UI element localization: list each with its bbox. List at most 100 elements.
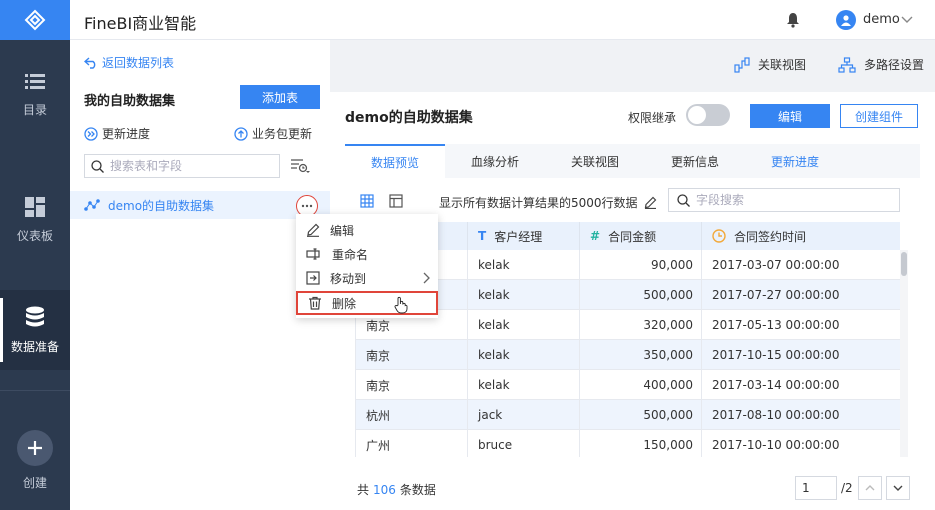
search-icon (91, 159, 104, 173)
table-cell: 500,000 (580, 280, 702, 310)
menu-item-rename[interactable]: 重命名 (296, 242, 438, 266)
nav-item-catalog[interactable]: 目录 (0, 55, 70, 135)
create-component-button[interactable]: 创建组件 (840, 104, 918, 128)
table-scrollbar[interactable] (900, 250, 908, 457)
grid-icon[interactable] (360, 194, 374, 208)
dataset-panel: 返回数据列表 我的自助数据集 添加表 更新进度 业务包更新 搜索表和字段 dem… (70, 40, 330, 510)
package-update-label: 业务包更新 (252, 127, 313, 141)
table-cell: 400,000 (580, 370, 702, 400)
column-header[interactable]: # 合同金额 (580, 222, 702, 250)
sort-icon[interactable] (290, 158, 310, 174)
column-header-label: 合同签约时间 (734, 229, 807, 244)
panel-title: 我的自助数据集 (84, 94, 176, 109)
record-count-number: 106 (373, 483, 396, 497)
menu-item-edit[interactable]: 编辑 (296, 218, 438, 242)
column-header[interactable]: 合同签约时间 (702, 222, 900, 250)
permission-inherit-label: 权限继承 (628, 111, 677, 125)
table-cell: kelak (468, 280, 580, 310)
menu-item-move[interactable]: 移动到 (296, 266, 438, 290)
text-type-icon: T (478, 229, 487, 243)
tab-update-progress[interactable]: 更新进度 (745, 144, 845, 178)
table-cell: 2017-03-07 00:00:00 (712, 258, 840, 272)
back-to-list-link[interactable]: 返回数据列表 (84, 54, 174, 71)
table-cell: 2017-10-15 00:00:00 (712, 348, 840, 362)
table-row[interactable]: 南京 kelak 400,000 2017-03-14 00:00:00 (356, 370, 900, 400)
record-count: 共 106 条数据 (357, 481, 436, 498)
chevron-down-icon (893, 485, 903, 491)
dashboard-icon (25, 196, 45, 217)
record-count-suffix: 条数据 (399, 483, 436, 497)
table-cell: kelak (468, 250, 580, 280)
table-cell: kelak (468, 310, 580, 340)
menu-item-label: 删除 (332, 296, 357, 311)
multipath-settings-label: 多路径设置 (864, 58, 925, 72)
chevron-down-icon[interactable] (901, 13, 913, 25)
package-update-link[interactable]: 业务包更新 (234, 125, 312, 142)
table-search-input[interactable] (110, 159, 270, 173)
table-cell: 2017-10-10 00:00:00 (712, 438, 840, 452)
rename-icon (306, 248, 320, 260)
database-icon (26, 306, 44, 326)
update-progress-link[interactable]: 更新进度 (84, 125, 150, 142)
list-icon (25, 73, 45, 89)
table-row[interactable]: 杭州 jack 500,000 2017-08-10 00:00:00 (356, 400, 900, 430)
table-cell: kelak (468, 370, 580, 400)
table-cell: 南京 (356, 370, 468, 400)
app-header: FineBI商业智能 demo (70, 0, 935, 40)
update-progress-label: 更新进度 (102, 127, 151, 141)
detail-tabs: 数据预览 血缘分析 关联视图 更新信息 更新进度 (345, 144, 920, 178)
field-search-input[interactable] (696, 193, 886, 207)
move-icon (306, 271, 320, 285)
column-header[interactable]: T 客户经理 (468, 222, 580, 250)
tab-lineage[interactable]: 血缘分析 (445, 144, 545, 178)
edit-button[interactable]: 编辑 (750, 104, 830, 128)
toggle-knob (688, 106, 706, 124)
field-search[interactable] (668, 188, 900, 212)
menu-item-label: 编辑 (330, 223, 355, 238)
page-input[interactable] (795, 476, 837, 500)
nav-item-create[interactable]: 创建 (0, 420, 70, 500)
back-arrow-icon (84, 56, 96, 69)
tab-update-info[interactable]: 更新信息 (645, 144, 745, 178)
avatar[interactable] (836, 10, 856, 30)
layout-icon[interactable] (389, 194, 403, 208)
multipath-icon (838, 56, 856, 73)
nav-item-data-prep[interactable]: 数据准备 (0, 290, 70, 370)
tab-relation-view[interactable]: 关联视图 (545, 144, 645, 178)
prev-page-button[interactable] (858, 476, 882, 500)
table-cell: kelak (468, 340, 580, 370)
context-menu: 编辑 重命名 移动到 删除 (296, 214, 438, 318)
user-name[interactable]: demo (863, 12, 900, 27)
relation-view-label: 关联视图 (758, 58, 807, 72)
edit-icon (307, 223, 320, 237)
table-row[interactable]: 南京 kelak 350,000 2017-10-15 00:00:00 (356, 340, 900, 370)
next-page-button[interactable] (886, 476, 910, 500)
chevron-up-icon (865, 485, 875, 491)
number-type-icon: # (590, 229, 601, 243)
nav-item-label: 目录 (22, 102, 47, 117)
table-search[interactable] (84, 154, 280, 178)
hand-cursor-icon (394, 296, 408, 314)
app-logo[interactable] (0, 0, 70, 40)
bell-icon[interactable] (786, 12, 800, 28)
table-cell: 2017-08-10 00:00:00 (712, 408, 840, 422)
scrollbar-thumb[interactable] (901, 252, 907, 276)
nav-item-dashboard[interactable]: 仪表板 (0, 180, 70, 260)
table-cell: 杭州 (356, 400, 468, 430)
pencil-icon[interactable] (644, 196, 657, 209)
permission-inherit-toggle[interactable] (686, 104, 730, 126)
create-circle (17, 429, 53, 466)
add-table-button[interactable]: 添加表 (240, 85, 320, 109)
tab-data-preview[interactable]: 数据预览 (345, 144, 445, 178)
table-cell: 2017-07-27 00:00:00 (712, 288, 840, 302)
preview-info: 显示所有数据计算结果的5000行数据 (439, 194, 657, 211)
table-cell: 广州 (356, 430, 468, 457)
relation-view-link[interactable]: 关联视图 (734, 56, 806, 73)
table-cell: 2017-03-14 00:00:00 (712, 378, 840, 392)
dataset-item[interactable]: demo的自助数据集 (70, 191, 330, 219)
table-cell: 南京 (356, 340, 468, 370)
menu-item-delete[interactable]: 删除 (296, 291, 438, 315)
progress-icon (84, 126, 98, 141)
multipath-settings-link[interactable]: 多路径设置 (838, 56, 924, 73)
table-row[interactable]: 广州 bruce 150,000 2017-10-10 00:00:00 (356, 430, 900, 457)
